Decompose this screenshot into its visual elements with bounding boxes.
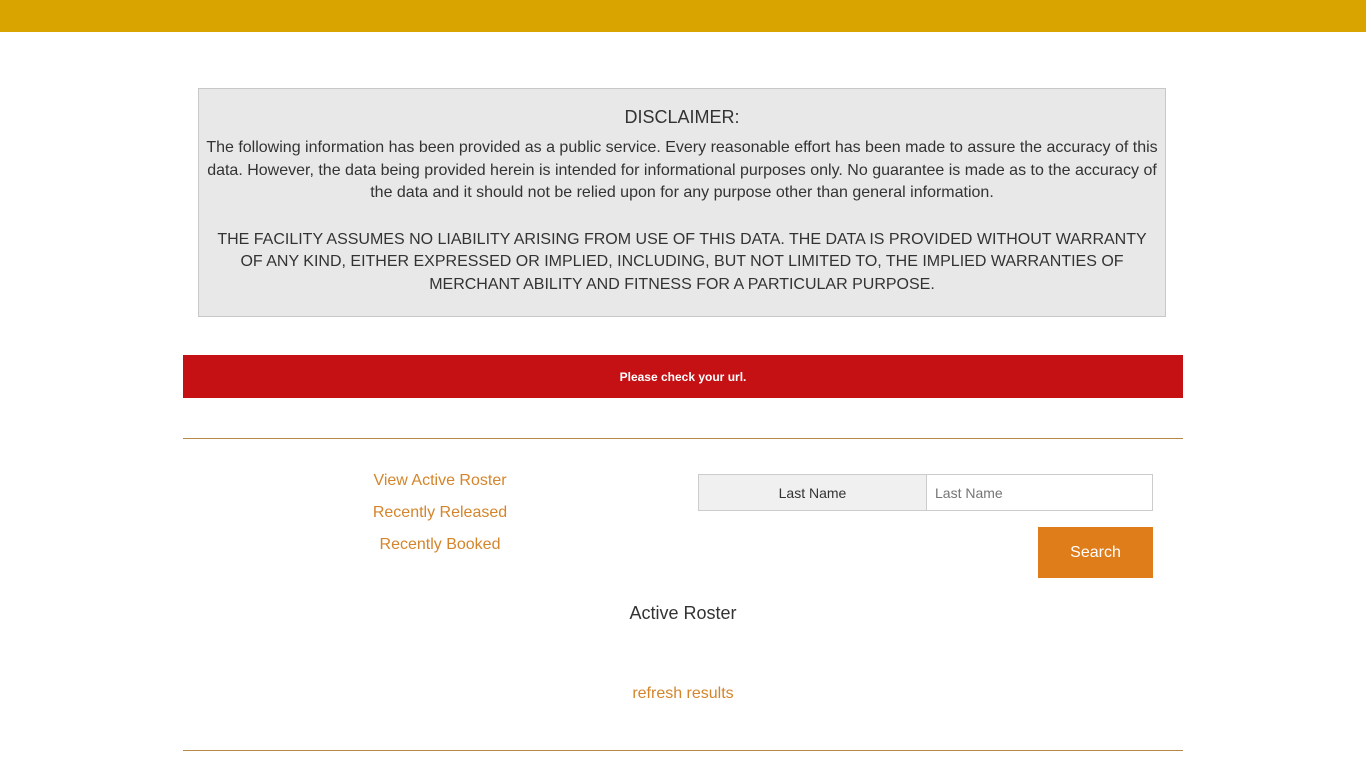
liability-text: THE FACILITY ASSUMES NO LIABILITY ARISIN… xyxy=(217,230,1147,293)
last-name-label: Last Name xyxy=(698,474,927,511)
recently-released-link[interactable]: Recently Released xyxy=(340,502,540,524)
roster-nav: View Active Roster Recently Released Rec… xyxy=(340,470,540,566)
last-name-input[interactable] xyxy=(927,474,1153,511)
active-roster-heading: Active Roster xyxy=(629,603,737,623)
search-button[interactable]: Search xyxy=(1038,527,1153,578)
error-alert: Please check your url. xyxy=(183,355,1183,398)
view-active-roster-link[interactable]: View Active Roster xyxy=(340,470,540,492)
refresh-results-link[interactable]: refresh results xyxy=(632,685,733,702)
recently-booked-link[interactable]: Recently Booked xyxy=(340,534,540,556)
disclaimer-text: The following information has been provi… xyxy=(206,139,1158,202)
disclaimer-title: DISCLAIMER: xyxy=(624,107,740,127)
refresh-container: refresh results xyxy=(183,684,1183,704)
search-form: Last Name xyxy=(698,474,1153,511)
alert-message: Please check your url. xyxy=(619,369,747,384)
top-divider xyxy=(183,438,1183,439)
disclaimer-box: DISCLAIMER: The following information ha… xyxy=(198,88,1166,317)
bottom-divider xyxy=(183,750,1183,751)
top-banner xyxy=(0,0,1366,32)
